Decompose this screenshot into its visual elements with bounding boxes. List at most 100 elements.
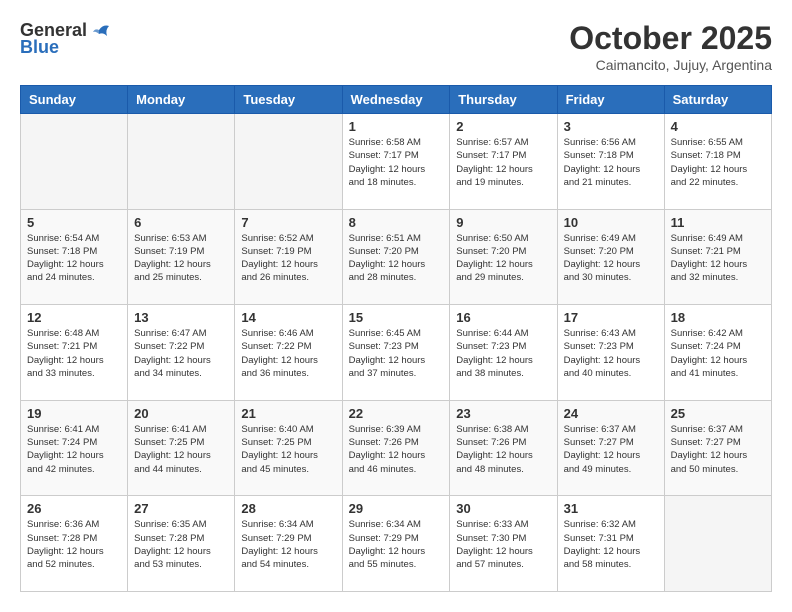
day-number: 7 [241, 215, 335, 230]
calendar-cell: 21Sunrise: 6:40 AMSunset: 7:25 PMDayligh… [235, 400, 342, 496]
day-info: Sunrise: 6:34 AMSunset: 7:29 PMDaylight:… [349, 518, 444, 571]
day-info: Sunrise: 6:45 AMSunset: 7:23 PMDaylight:… [349, 327, 444, 380]
day-info: Sunrise: 6:52 AMSunset: 7:19 PMDaylight:… [241, 232, 335, 285]
calendar-cell: 4 Sunrise: 6:55 AMSunset: 7:18 PMDaylight… [664, 114, 771, 210]
day-number: 15 [349, 310, 444, 325]
calendar-cell: 9 Sunrise: 6:50 AMSunset: 7:20 PMDaylight… [450, 209, 557, 305]
calendar-cell: 28 Sunrise: 6:34 AMSunset: 7:29 PMDayligh… [235, 496, 342, 592]
calendar-week-row: 26 Sunrise: 6:36 AMSunset: 7:28 PMDayligh… [21, 496, 772, 592]
calendar-cell: 6 Sunrise: 6:53 AMSunset: 7:19 PMDaylight… [128, 209, 235, 305]
day-info: Sunrise: 6:36 AMSunset: 7:28 PMDaylight:… [27, 518, 121, 571]
day-number: 8 [349, 215, 444, 230]
day-info: Sunrise: 6:55 AMSunset: 7:18 PMDaylight:… [671, 136, 765, 189]
day-info: Sunrise: 6:53 AMSunset: 7:19 PMDaylight:… [134, 232, 228, 285]
day-number: 9 [456, 215, 550, 230]
calendar-cell: 19Sunrise: 6:41 AMSunset: 7:24 PMDayligh… [21, 400, 128, 496]
day-info: Sunrise: 6:41 AMSunset: 7:25 PMDaylight:… [134, 423, 228, 476]
day-number: 31 [564, 501, 658, 516]
weekday-header: Saturday [664, 86, 771, 114]
calendar-cell: 10 Sunrise: 6:49 AMSunset: 7:20 PMDayligh… [557, 209, 664, 305]
calendar-cell: 8Sunrise: 6:51 AMSunset: 7:20 PMDaylight… [342, 209, 450, 305]
day-number: 23 [456, 406, 550, 421]
day-number: 5 [27, 215, 121, 230]
calendar-cell: 13 Sunrise: 6:47 AMSunset: 7:22 PMDayligh… [128, 305, 235, 401]
day-number: 29 [349, 501, 444, 516]
day-info: Sunrise: 6:50 AMSunset: 7:20 PMDaylight:… [456, 232, 550, 285]
day-number: 21 [241, 406, 335, 421]
day-info: Sunrise: 6:47 AMSunset: 7:22 PMDaylight:… [134, 327, 228, 380]
calendar-cell [235, 114, 342, 210]
day-info: Sunrise: 6:57 AMSunset: 7:17 PMDaylight:… [456, 136, 550, 189]
calendar-cell: 12Sunrise: 6:48 AMSunset: 7:21 PMDayligh… [21, 305, 128, 401]
day-number: 10 [564, 215, 658, 230]
calendar-cell: 20 Sunrise: 6:41 AMSunset: 7:25 PMDayligh… [128, 400, 235, 496]
day-info: Sunrise: 6:35 AMSunset: 7:28 PMDaylight:… [134, 518, 228, 571]
location-subtitle: Caimancito, Jujuy, Argentina [569, 57, 772, 73]
day-number: 28 [241, 501, 335, 516]
day-info: Sunrise: 6:37 AMSunset: 7:27 PMDaylight:… [671, 423, 765, 476]
day-info: Sunrise: 6:46 AMSunset: 7:22 PMDaylight:… [241, 327, 335, 380]
day-number: 26 [27, 501, 121, 516]
calendar-cell: 26 Sunrise: 6:36 AMSunset: 7:28 PMDayligh… [21, 496, 128, 592]
day-number: 16 [456, 310, 550, 325]
calendar-cell: 18 Sunrise: 6:42 AMSunset: 7:24 PMDayligh… [664, 305, 771, 401]
day-number: 12 [27, 310, 121, 325]
calendar-cell [21, 114, 128, 210]
day-info: Sunrise: 6:32 AMSunset: 7:31 PMDaylight:… [564, 518, 658, 571]
day-number: 4 [671, 119, 765, 134]
weekday-header: Friday [557, 86, 664, 114]
calendar-cell: 2Sunrise: 6:57 AMSunset: 7:17 PMDaylight… [450, 114, 557, 210]
calendar-week-row: 19Sunrise: 6:41 AMSunset: 7:24 PMDayligh… [21, 400, 772, 496]
day-info: Sunrise: 6:34 AMSunset: 7:29 PMDaylight:… [241, 518, 335, 571]
calendar-cell: 22 Sunrise: 6:39 AMSunset: 7:26 PMDayligh… [342, 400, 450, 496]
logo-blue: Blue [20, 37, 59, 58]
day-info: Sunrise: 6:39 AMSunset: 7:26 PMDaylight:… [349, 423, 444, 476]
calendar-cell: 23 Sunrise: 6:38 AMSunset: 7:26 PMDayligh… [450, 400, 557, 496]
day-info: Sunrise: 6:49 AMSunset: 7:20 PMDaylight:… [564, 232, 658, 285]
day-number: 14 [241, 310, 335, 325]
logo-bird-icon [89, 22, 111, 40]
day-number: 24 [564, 406, 658, 421]
day-info: Sunrise: 6:37 AMSunset: 7:27 PMDaylight:… [564, 423, 658, 476]
calendar-cell: 16Sunrise: 6:44 AMSunset: 7:23 PMDayligh… [450, 305, 557, 401]
day-number: 22 [349, 406, 444, 421]
day-number: 6 [134, 215, 228, 230]
day-info: Sunrise: 6:38 AMSunset: 7:26 PMDaylight:… [456, 423, 550, 476]
calendar-table: SundayMondayTuesdayWednesdayThursdayFrid… [20, 85, 772, 592]
weekday-header: Thursday [450, 86, 557, 114]
calendar-cell: 14 Sunrise: 6:46 AMSunset: 7:22 PMDayligh… [235, 305, 342, 401]
calendar-cell: 3 Sunrise: 6:56 AMSunset: 7:18 PMDaylight… [557, 114, 664, 210]
weekday-header: Sunday [21, 86, 128, 114]
calendar-cell: 25 Sunrise: 6:37 AMSunset: 7:27 PMDayligh… [664, 400, 771, 496]
day-number: 27 [134, 501, 228, 516]
day-number: 30 [456, 501, 550, 516]
day-number: 17 [564, 310, 658, 325]
day-number: 25 [671, 406, 765, 421]
day-info: Sunrise: 6:54 AMSunset: 7:18 PMDaylight:… [27, 232, 121, 285]
page: General Blue October 2025 Caimancito, Ju… [0, 0, 792, 612]
calendar-header-row: SundayMondayTuesdayWednesdayThursdayFrid… [21, 86, 772, 114]
day-info: Sunrise: 6:42 AMSunset: 7:24 PMDaylight:… [671, 327, 765, 380]
calendar-cell: 29 Sunrise: 6:34 AMSunset: 7:29 PMDayligh… [342, 496, 450, 592]
title-section: October 2025 Caimancito, Jujuy, Argentin… [569, 20, 772, 73]
day-number: 13 [134, 310, 228, 325]
calendar-cell: 30 Sunrise: 6:33 AMSunset: 7:30 PMDayligh… [450, 496, 557, 592]
day-info: Sunrise: 6:49 AMSunset: 7:21 PMDaylight:… [671, 232, 765, 285]
day-number: 1 [349, 119, 444, 134]
day-info: Sunrise: 6:56 AMSunset: 7:18 PMDaylight:… [564, 136, 658, 189]
day-info: Sunrise: 6:33 AMSunset: 7:30 PMDaylight:… [456, 518, 550, 571]
calendar-week-row: 1 Sunrise: 6:58 AMSunset: 7:17 PMDaylight… [21, 114, 772, 210]
calendar-cell [128, 114, 235, 210]
weekday-header: Tuesday [235, 86, 342, 114]
day-number: 11 [671, 215, 765, 230]
day-number: 3 [564, 119, 658, 134]
calendar-cell: 27 Sunrise: 6:35 AMSunset: 7:28 PMDayligh… [128, 496, 235, 592]
day-number: 20 [134, 406, 228, 421]
calendar-week-row: 12Sunrise: 6:48 AMSunset: 7:21 PMDayligh… [21, 305, 772, 401]
calendar-cell: 5 Sunrise: 6:54 AMSunset: 7:18 PMDaylight… [21, 209, 128, 305]
calendar-cell: 1 Sunrise: 6:58 AMSunset: 7:17 PMDaylight… [342, 114, 450, 210]
weekday-header: Wednesday [342, 86, 450, 114]
day-info: Sunrise: 6:58 AMSunset: 7:17 PMDaylight:… [349, 136, 444, 189]
day-number: 18 [671, 310, 765, 325]
day-info: Sunrise: 6:41 AMSunset: 7:24 PMDaylight:… [27, 423, 121, 476]
